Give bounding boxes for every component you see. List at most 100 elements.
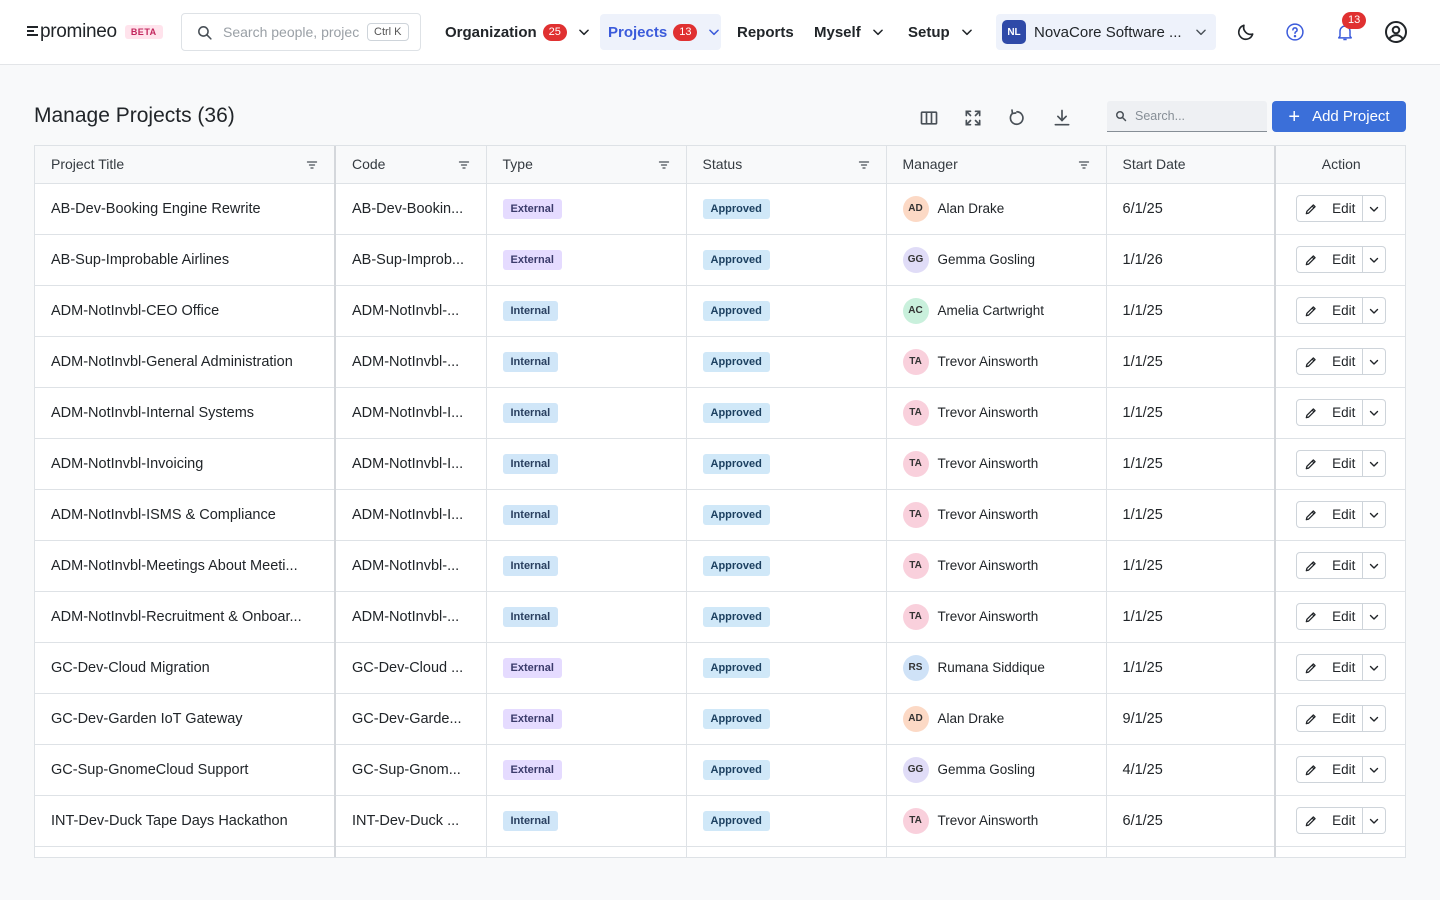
column-header-manager[interactable]: Manager [886,146,1107,184]
columns-button[interactable] [917,106,941,130]
edit-button[interactable]: Edit [1296,348,1364,375]
fullscreen-button[interactable] [961,106,985,130]
edit-button[interactable]: Edit [1296,501,1364,528]
table-row[interactable]: ADM-NotInvbl-Internal Systems ADM-NotInvb… [35,387,1405,439]
column-header-start-date[interactable]: Start Date [1106,146,1276,184]
column-header-project-title[interactable]: Project Title [35,146,336,184]
download-button[interactable] [1050,106,1074,130]
edit-label: Edit [1332,507,1356,522]
column-header-type[interactable]: Type [486,146,687,184]
project-title-cell[interactable]: ADM-NotInvbl-Internal Systems [35,387,336,439]
project-code-cell: GC-Dev-Garde... [335,693,487,745]
edit-button[interactable]: Edit [1296,450,1364,477]
edit-button[interactable]: Edit [1296,246,1364,273]
nav-myself[interactable]: Myself [806,14,893,50]
project-action-cell: Edit [1274,642,1405,694]
project-action-cell: Edit [1274,489,1405,541]
row-actions-menu-button[interactable] [1363,348,1387,375]
manager-name: Trevor Ainsworth [937,813,1039,828]
nav-organization-label: Organization [445,23,537,41]
row-actions-menu-button[interactable] [1363,756,1387,783]
type-badge: Internal [502,402,559,423]
filter-icon[interactable] [1078,158,1090,174]
edit-button[interactable]: Edit [1296,654,1364,681]
organization-switcher[interactable]: NL NovaCore Software ... [996,14,1216,50]
table-row[interactable]: ADM-NotInvbl-Meetings About Meeti... ADM-… [35,540,1405,592]
row-actions-menu-button[interactable] [1363,807,1387,834]
add-project-button[interactable]: + Add Project [1272,101,1406,132]
table-row[interactable]: GC-Dev-Garden IoT Gateway GC-Dev-Garde...… [35,693,1405,745]
table-row[interactable]: INT-Dev-Duck Tape Days Hackathon INT-Dev-… [35,795,1405,847]
theme-toggle-button[interactable] [1233,19,1259,45]
nav-organization[interactable]: Organization 25 [437,14,599,50]
chevron-down-icon [1368,509,1380,521]
column-header-label: Start Date [1122,156,1186,173]
row-actions-menu-button[interactable] [1363,399,1387,426]
edit-button[interactable]: Edit [1296,552,1364,579]
global-search-input[interactable]: Search people, projects Ctrl K [181,13,421,51]
column-header-code[interactable]: Code [335,146,487,184]
table-row[interactable]: ADM-NotInvbl-Recruitment & Onboar... ADM-… [35,591,1405,643]
pencil-icon [1304,661,1325,675]
table-row[interactable]: ADM-NotInvbl-General Administration ADM-N… [35,336,1405,388]
project-title-cell[interactable]: AB-Sup-Improbable Airlines [35,234,336,286]
manager-name: Trevor Ainsworth [937,405,1039,420]
project-title-cell[interactable]: ADM-NotInvbl-Invoicing [35,438,336,490]
project-title-cell[interactable]: ADM-NotInvbl-ISMS & Compliance [35,489,336,541]
row-actions-menu-button[interactable] [1363,450,1387,477]
row-actions-menu-button[interactable] [1363,195,1387,222]
account-button[interactable] [1383,19,1409,45]
help-button[interactable] [1282,19,1308,45]
filter-icon[interactable] [858,158,870,174]
filter-icon[interactable] [458,158,470,174]
manager-name: Alan Drake [937,201,1005,216]
columns-icon [920,111,938,125]
type-badge: Internal [502,810,559,831]
refresh-button[interactable] [1005,106,1029,130]
row-actions-menu-button[interactable] [1363,552,1387,579]
project-title-cell[interactable]: ADM-NotInvbl-General Administration [35,336,336,388]
row-actions-menu-button[interactable] [1363,501,1387,528]
project-title-cell[interactable]: ADM-NotInvbl-Recruitment & Onboar... [35,591,336,643]
project-start-date-cell: 6/1/25 [1106,795,1276,847]
edit-button[interactable]: Edit [1296,195,1364,222]
row-actions-menu-button[interactable] [1363,654,1387,681]
row-actions-menu-button[interactable] [1363,705,1387,732]
nav-reports[interactable]: Reports [729,14,802,50]
column-header-status[interactable]: Status [686,146,887,184]
table-row[interactable]: GC-Sup-GnomeCloud Support GC-Sup-Gnom... E… [35,744,1405,796]
table-search-input[interactable]: Search... [1107,101,1267,132]
edit-button[interactable]: Edit [1296,297,1364,324]
edit-button[interactable]: Edit [1296,399,1364,426]
project-title-cell[interactable]: GC-Dev-Cloud Migration [35,642,336,694]
table-row[interactable]: AB-Sup-Improbable Airlines AB-Sup-Improb.… [35,234,1405,286]
nav-projects[interactable]: Projects 13 [600,14,721,50]
project-title-cell[interactable]: ADM-NotInvbl-CEO Office [35,285,336,337]
project-code-cell: ADM-NotInvbl-I... [335,438,487,490]
manager-name: Trevor Ainsworth [937,456,1039,471]
edit-button[interactable]: Edit [1296,807,1364,834]
avatar: RS [902,654,929,681]
project-title-cell[interactable]: INT-Dev-Duck Tape Days Hackathon [35,795,336,847]
table-row[interactable]: GC-Dev-Cloud Migration GC-Dev-Cloud ... Ex… [35,642,1405,694]
project-title-cell[interactable]: GC-Dev-Garden IoT Gateway [35,693,336,745]
edit-button[interactable]: Edit [1296,603,1364,630]
row-actions-menu-button[interactable] [1363,246,1387,273]
table-row[interactable]: ADM-NotInvbl-CEO Office ADM-NotInvbl-... I… [35,285,1405,337]
table-row[interactable]: ADM-NotInvbl-ISMS & Compliance ADM-NotInv… [35,489,1405,541]
edit-button[interactable]: Edit [1296,756,1364,783]
row-actions-menu-button[interactable] [1363,297,1387,324]
pencil-icon [1304,559,1325,573]
project-title-cell[interactable]: GC-Sup-GnomeCloud Support [35,744,336,796]
filter-icon[interactable] [658,158,670,174]
project-title-cell[interactable]: AB-Dev-Booking Engine Rewrite [35,183,336,235]
edit-button[interactable]: Edit [1296,705,1364,732]
nav-setup[interactable]: Setup [900,14,982,50]
project-title-cell[interactable]: ADM-NotInvbl-Meetings About Meeti... [35,540,336,592]
project-action-cell: Edit [1274,591,1405,643]
table-row[interactable]: AB-Dev-Booking Engine Rewrite AB-Dev-Book… [35,183,1405,235]
row-actions-menu-button[interactable] [1363,603,1387,630]
app-logo[interactable]: promineo BETA [27,20,163,44]
filter-icon[interactable] [306,158,318,174]
table-row[interactable]: ADM-NotInvbl-Invoicing ADM-NotInvbl-I... I… [35,438,1405,490]
